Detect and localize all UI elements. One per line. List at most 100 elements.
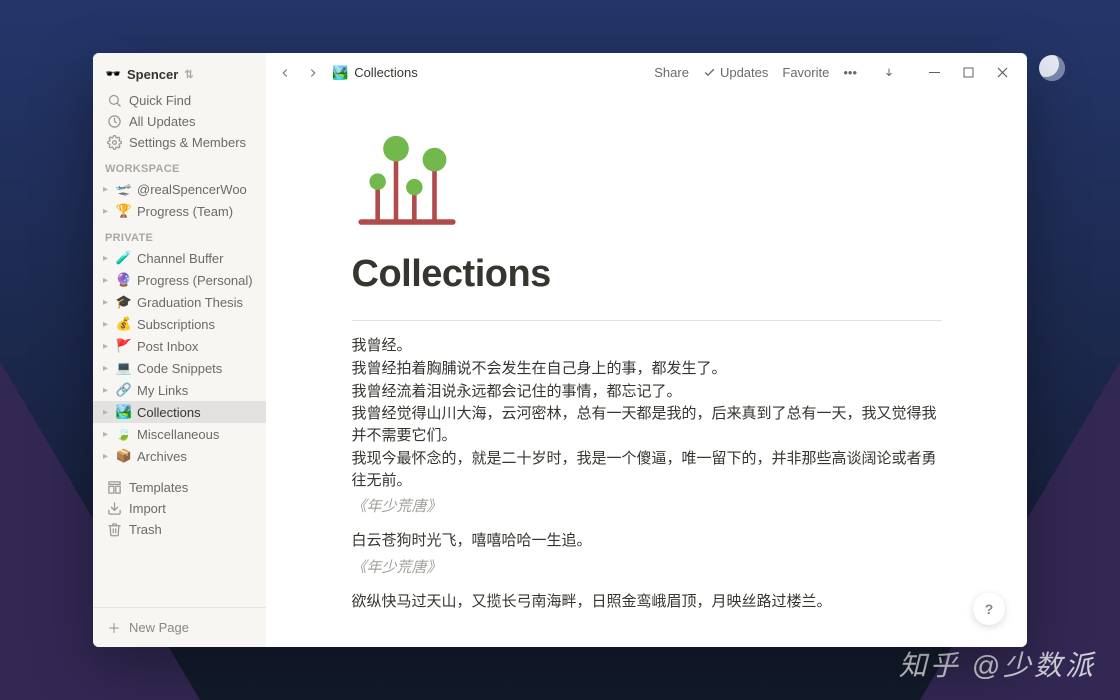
page-label: My Links: [137, 383, 188, 398]
workspace-name: Spencer: [127, 67, 178, 82]
sidebar-settings-members[interactable]: Settings & Members: [93, 132, 266, 153]
page-emoji-icon: 🔗: [115, 382, 133, 398]
sidebar-link-label: All Updates: [129, 114, 195, 129]
sidebar-templates[interactable]: Templates: [93, 477, 266, 498]
page-label: Archives: [137, 449, 187, 464]
paragraph[interactable]: 我曾经。: [352, 335, 942, 357]
citation[interactable]: 《年少荒唐》: [352, 495, 942, 516]
paragraph[interactable]: 我现今最怀念的，就是二十岁时，我是一个傻逼，唯一留下的，并非那些高谈阔论或者勇往…: [352, 448, 942, 492]
sidebar-page--realspencerwoo[interactable]: ▸🛫@realSpencerWoo: [93, 178, 266, 200]
download-icon[interactable]: [883, 67, 895, 79]
wallpaper-moon: [1039, 55, 1065, 81]
breadcrumb-icon: 🏞️: [332, 65, 348, 81]
clock-icon: [105, 114, 123, 129]
paragraph[interactable]: 我曾经流着泪说永远都会记住的事情，都忘记了。: [352, 381, 942, 403]
page-emoji-icon: 💻: [115, 360, 133, 376]
page-label: Collections: [137, 405, 201, 420]
templates-icon: [105, 480, 123, 495]
search-icon: [105, 93, 123, 108]
sidebar-page-my-links[interactable]: ▸🔗 My Links: [93, 379, 266, 401]
sidebar-page-subscriptions[interactable]: ▸💰Subscriptions: [93, 313, 266, 335]
caret-icon[interactable]: ▸: [103, 385, 115, 396]
share-button[interactable]: Share: [654, 65, 689, 80]
sidebar-import[interactable]: Import: [93, 498, 266, 519]
sidebar-link-label: Settings & Members: [129, 135, 246, 150]
caret-icon[interactable]: ▸: [103, 253, 115, 264]
import-icon: [105, 501, 123, 516]
app-window: 🕶️ Spencer ⇅ Quick Find All Updates Settin…: [93, 53, 1027, 647]
page-label: Post Inbox: [137, 339, 198, 354]
sidebar-page-channel-buffer[interactable]: ▸🧪 Channel Buffer: [93, 247, 266, 269]
main-area: 🏞️ Collections Share Updates Favorite ••…: [266, 53, 1027, 647]
paragraph[interactable]: 我曾经觉得山川大海，云河密林，总有一天都是我的，后来真到了总有一天，我又觉得我并…: [352, 403, 942, 447]
caret-icon[interactable]: ▸: [103, 451, 115, 462]
sidebar-page-post-inbox[interactable]: ▸🚩Post Inbox: [93, 335, 266, 357]
sidebar-trash[interactable]: Trash: [93, 519, 266, 540]
page-title[interactable]: Collections: [352, 253, 942, 296]
sidebar-page-progress-personal-[interactable]: ▸🔮 Progress (Personal): [93, 269, 266, 291]
page-emoji-icon: 🎓: [115, 294, 133, 310]
page-emoji-icon: 🧪: [115, 250, 133, 266]
page-label: Subscriptions: [137, 317, 215, 332]
page-cover-icon[interactable]: [352, 123, 942, 233]
window-minimize-button[interactable]: [919, 58, 949, 88]
chevron-up-down-icon: ⇅: [184, 68, 193, 81]
window-maximize-button[interactable]: [953, 58, 983, 88]
new-page-button[interactable]: ＋ New Page: [93, 607, 266, 647]
window-close-button[interactable]: [987, 58, 1017, 88]
caret-icon[interactable]: ▸: [103, 319, 115, 330]
sidebar-page-progress-team-[interactable]: ▸🏆 Progress (Team): [93, 200, 266, 222]
help-button[interactable]: ?: [973, 593, 1005, 625]
workspace-switcher[interactable]: 🕶️ Spencer ⇅: [93, 63, 266, 90]
breadcrumb[interactable]: 🏞️ Collections: [332, 65, 418, 81]
caret-icon[interactable]: ▸: [103, 341, 115, 352]
page-emoji-icon: 🍃: [115, 426, 133, 442]
page-content: Collections 我曾经。我曾经拍着胸脯说不会发生在自己身上的事，都发生了…: [266, 93, 1027, 647]
caret-icon[interactable]: ▸: [103, 184, 115, 195]
sidebar-page-archives[interactable]: ▸📦 Archives: [93, 445, 266, 467]
sidebar-quick-find[interactable]: Quick Find: [93, 90, 266, 111]
page-label: Channel Buffer: [137, 251, 224, 266]
nav-back-button[interactable]: [276, 64, 294, 82]
paragraph[interactable]: 我曾经拍着胸脯说不会发生在自己身上的事，都发生了。: [352, 358, 942, 380]
sidebar-link-label: Quick Find: [129, 93, 191, 108]
page-emoji-icon: 📦: [115, 448, 133, 464]
sidebar-page-miscellaneous[interactable]: ▸🍃Miscellaneous: [93, 423, 266, 445]
caret-icon[interactable]: ▸: [103, 363, 115, 374]
sidebar-page-graduation-thesis[interactable]: ▸🎓 Graduation Thesis: [93, 291, 266, 313]
caret-icon[interactable]: ▸: [103, 429, 115, 440]
plus-icon: ＋: [105, 618, 123, 637]
page-emoji-icon: 🏆: [115, 203, 133, 219]
page-emoji-icon: 🔮: [115, 272, 133, 288]
topbar: 🏞️ Collections Share Updates Favorite ••…: [266, 53, 1027, 93]
caret-icon[interactable]: ▸: [103, 206, 115, 217]
page-label: Progress (Personal): [137, 273, 253, 288]
gear-icon: [105, 135, 123, 150]
watermark: 知乎 @少数派: [899, 644, 1096, 684]
favorite-button[interactable]: Favorite: [782, 65, 829, 80]
caret-icon[interactable]: ▸: [103, 275, 115, 286]
divider: [352, 320, 942, 321]
nav-forward-button[interactable]: [304, 64, 322, 82]
sidebar-page-collections[interactable]: ▸🏞️ Collections: [93, 401, 266, 423]
caret-icon[interactable]: ▸: [103, 407, 115, 418]
page-emoji-icon: 🛫: [115, 181, 133, 197]
caret-icon[interactable]: ▸: [103, 297, 115, 308]
citation[interactable]: 《年少荒唐》: [352, 556, 942, 577]
page-emoji-icon: 🏞️: [115, 404, 133, 420]
section-header: PRIVATE: [93, 222, 266, 247]
check-icon: [703, 66, 716, 79]
updates-button[interactable]: Updates: [703, 65, 768, 80]
sidebar-all-updates[interactable]: All Updates: [93, 111, 266, 132]
paragraph[interactable]: 欲纵快马过天山，又揽长弓南海畔，日照金鸾峨眉顶，月映丝路过楼兰。: [352, 591, 942, 613]
paragraph[interactable]: 白云苍狗时光飞，嘻嘻哈哈一生追。: [352, 530, 942, 552]
breadcrumb-title: Collections: [354, 65, 418, 80]
trash-icon: [105, 522, 123, 537]
more-button[interactable]: •••: [843, 65, 857, 80]
page-label: Graduation Thesis: [137, 295, 243, 310]
sidebar-page-code-snippets[interactable]: ▸💻Code Snippets: [93, 357, 266, 379]
page-label: Progress (Team): [137, 204, 233, 219]
sidebar: 🕶️ Spencer ⇅ Quick Find All Updates Settin…: [93, 53, 266, 647]
section-header: WORKSPACE: [93, 153, 266, 178]
sidebar-link-label: Trash: [129, 522, 162, 537]
